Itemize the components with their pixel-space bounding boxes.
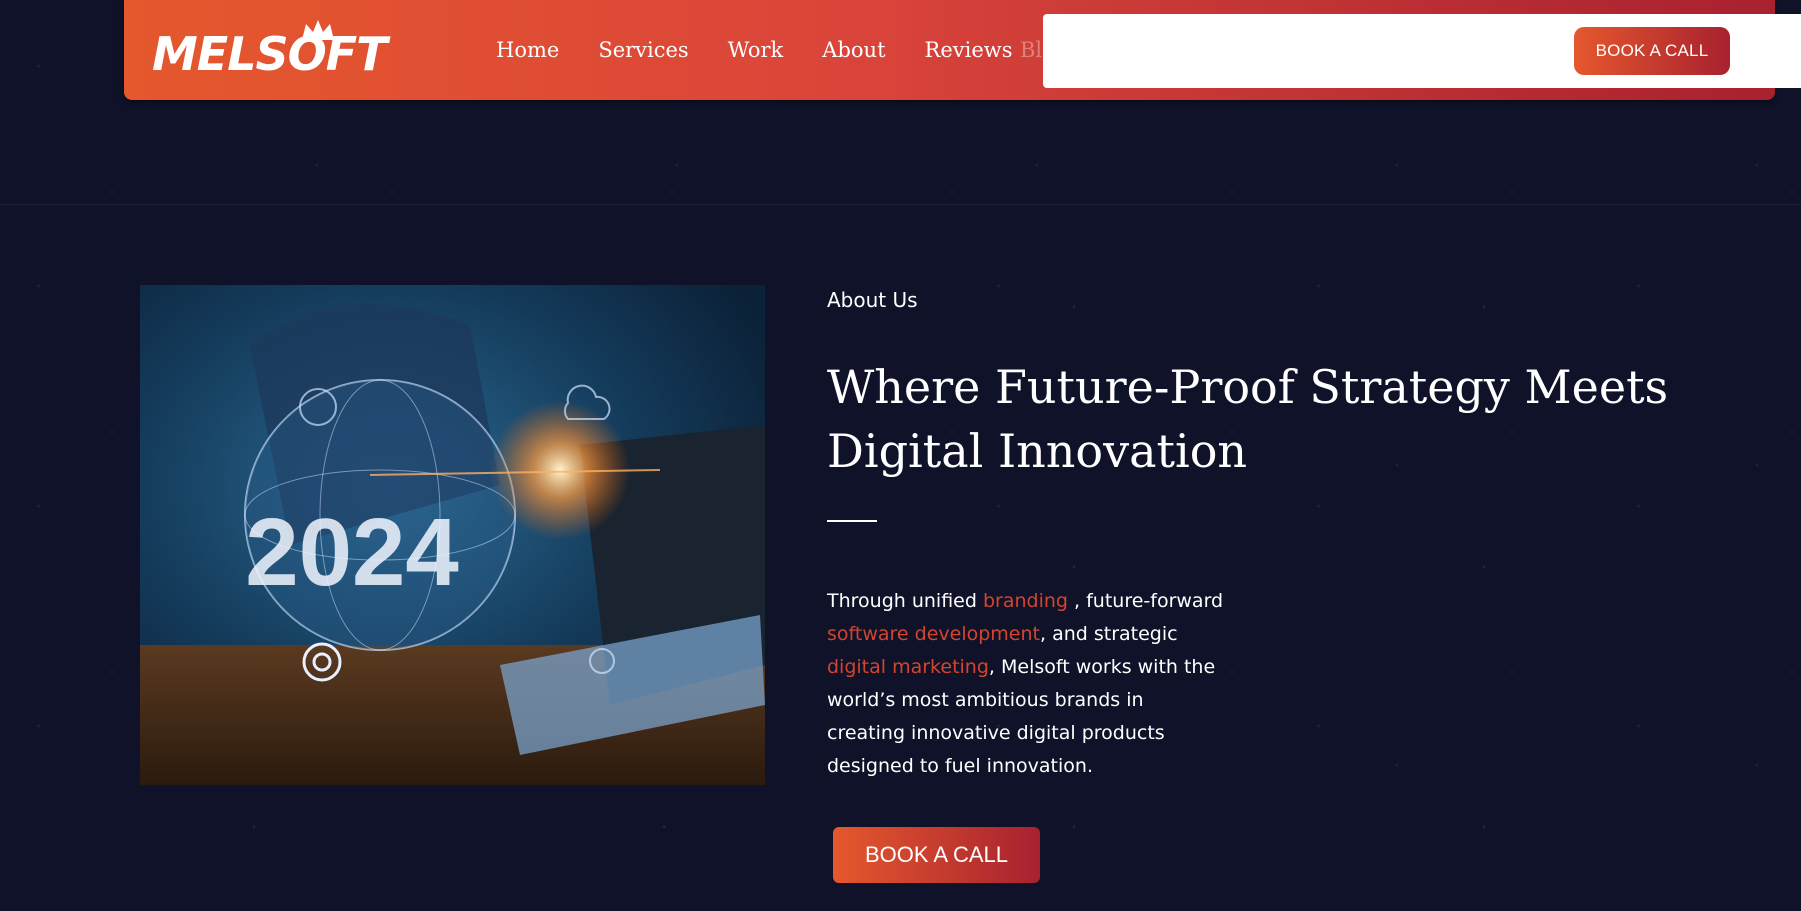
globe-laptop-illustration: 2024	[140, 304, 765, 785]
about-image: 2024	[140, 285, 765, 785]
logo-text: MELSOFT	[152, 27, 388, 81]
about-eyebrow: About Us	[827, 288, 918, 312]
year-text: 2024	[245, 499, 459, 606]
nav-work[interactable]: Work	[728, 36, 784, 64]
about-headline: Where Future-Proof Strategy Meets Digita…	[827, 360, 1669, 478]
book-call-nav-button[interactable]: BOOK A CALL	[1574, 27, 1730, 75]
melsoft-logo[interactable]: MELSOFT	[152, 20, 388, 81]
book-call-button[interactable]: BOOK A CALL	[833, 827, 1040, 883]
digital-marketing-link[interactable]: digital marketing	[827, 656, 989, 678]
section-divider	[0, 204, 1801, 205]
nav-links-overlap: Blog Contact	[1020, 36, 1230, 64]
nav-reviews[interactable]: Reviews	[925, 36, 1013, 64]
nav-about[interactable]: About	[822, 36, 885, 64]
body-text-2: , future-forward	[1067, 590, 1224, 612]
body-text-1: Through unified	[827, 590, 983, 612]
software-development-link[interactable]: software development	[827, 623, 1040, 645]
crown-icon	[302, 20, 334, 40]
nav-home[interactable]: Home	[496, 36, 559, 64]
nav-links: Home Services Work About Reviews	[496, 36, 1052, 64]
nav-services[interactable]: Services	[598, 36, 688, 64]
nav-contact[interactable]: Contact	[1107, 36, 1190, 64]
about-body: Through unified branding , future-forwar…	[827, 585, 1227, 783]
body-text-3: , and strategic	[1039, 623, 1178, 645]
headline-underline	[827, 520, 877, 522]
branding-link[interactable]: branding	[983, 590, 1068, 612]
nav-blog[interactable]: Blog	[1020, 36, 1068, 64]
